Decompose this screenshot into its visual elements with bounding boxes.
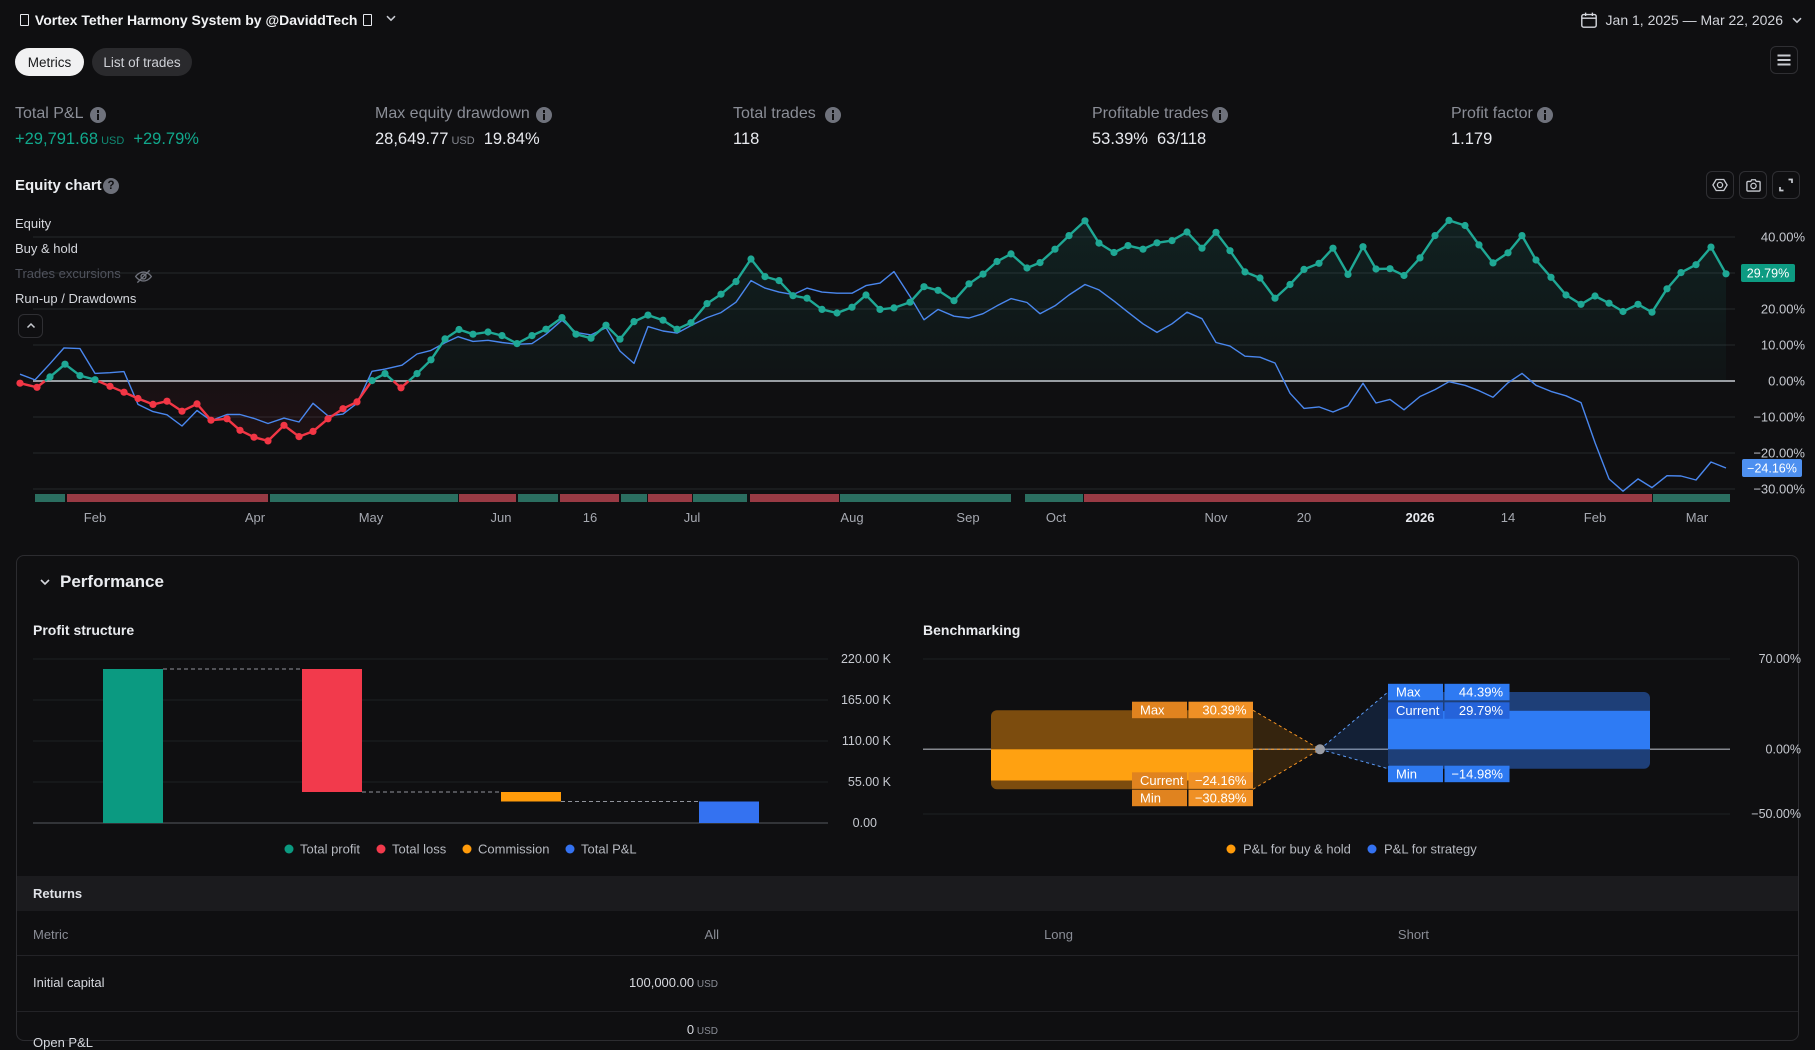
svg-text:−20.00%: −20.00%	[1753, 446, 1805, 461]
svg-text:−30.89%: −30.89%	[1195, 791, 1247, 806]
svg-text:Total profit: Total profit	[300, 842, 360, 857]
svg-text:220.00 K: 220.00 K	[841, 652, 892, 666]
svg-text:P&L for strategy: P&L for strategy	[1384, 842, 1477, 857]
svg-text:16: 16	[583, 510, 597, 525]
svg-text:10.00%: 10.00%	[1761, 338, 1806, 353]
svg-text:Commission: Commission	[478, 842, 550, 857]
svg-text:−24.16%: −24.16%	[1195, 773, 1247, 788]
svg-text:Oct: Oct	[1046, 510, 1067, 525]
svg-text:0.00: 0.00	[853, 816, 877, 830]
svg-text:0.00%: 0.00%	[1768, 374, 1805, 389]
svg-text:14: 14	[1501, 510, 1515, 525]
svg-text:30.39%: 30.39%	[1202, 703, 1247, 718]
svg-text:Feb: Feb	[1584, 510, 1606, 525]
svg-text:Jun: Jun	[491, 510, 512, 525]
svg-text:Apr: Apr	[245, 510, 266, 525]
svg-text:Min: Min	[1140, 791, 1161, 806]
svg-text:−14.98%: −14.98%	[1451, 767, 1503, 782]
svg-text:29.79%: 29.79%	[1459, 703, 1504, 718]
svg-text:−10.00%: −10.00%	[1753, 410, 1805, 425]
svg-text:−24.16%: −24.16%	[1747, 462, 1797, 476]
svg-text:70.00%: 70.00%	[1759, 652, 1801, 666]
svg-text:2026: 2026	[1406, 510, 1435, 525]
svg-text:0.00%: 0.00%	[1766, 742, 1801, 756]
svg-text:Aug: Aug	[840, 510, 863, 525]
svg-text:Sep: Sep	[956, 510, 979, 525]
svg-text:Mar: Mar	[1686, 510, 1709, 525]
svg-text:55.00 K: 55.00 K	[848, 775, 892, 789]
svg-text:110.00 K: 110.00 K	[842, 734, 892, 748]
svg-text:Total P&L: Total P&L	[581, 842, 637, 857]
svg-text:Current: Current	[1396, 703, 1440, 718]
svg-text:Current: Current	[1140, 773, 1184, 788]
svg-text:Total loss: Total loss	[392, 842, 447, 857]
svg-text:Feb: Feb	[84, 510, 106, 525]
svg-text:29.79%: 29.79%	[1747, 267, 1789, 281]
svg-text:165.00 K: 165.00 K	[841, 693, 892, 707]
svg-text:44.39%: 44.39%	[1459, 685, 1504, 700]
svg-text:May: May	[359, 510, 384, 525]
svg-text:Max: Max	[1140, 703, 1165, 718]
svg-text:P&L for buy & hold: P&L for buy & hold	[1243, 842, 1351, 857]
svg-text:Nov: Nov	[1204, 510, 1228, 525]
svg-text:Min: Min	[1396, 767, 1417, 782]
svg-text:20: 20	[1297, 510, 1311, 525]
svg-text:Max: Max	[1396, 685, 1421, 700]
svg-text:Jul: Jul	[684, 510, 701, 525]
svg-text:40.00%: 40.00%	[1761, 230, 1806, 245]
svg-text:20.00%: 20.00%	[1761, 302, 1806, 317]
svg-text:−50.00%: −50.00%	[1751, 807, 1801, 821]
svg-text:−30.00%: −30.00%	[1753, 482, 1805, 497]
